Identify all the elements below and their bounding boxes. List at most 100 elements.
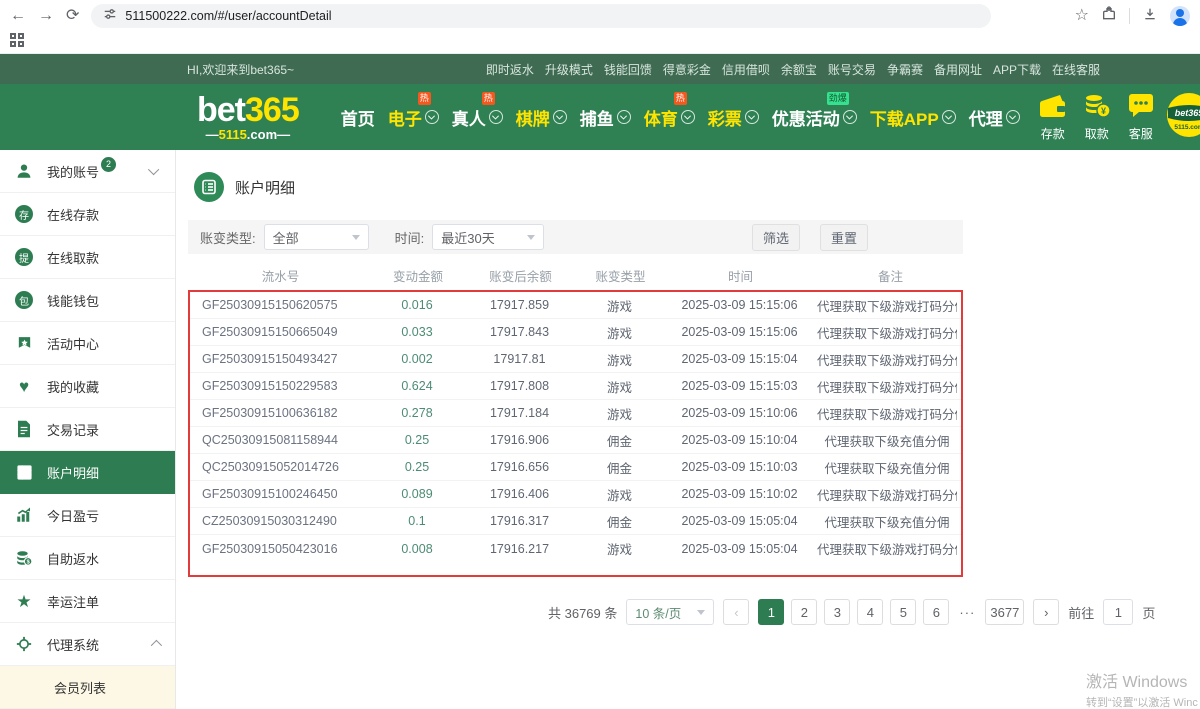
time-select[interactable]: 最近30天 <box>432 224 544 250</box>
bookmark-star-icon[interactable]: ☆ <box>1075 8 1089 24</box>
nav-label: 电子 <box>388 105 422 130</box>
sidebar-item-代理系统[interactable]: 代理系统 <box>0 623 175 666</box>
cell: 2025-03-09 15:05:04 <box>662 514 817 528</box>
prev-page-button[interactable]: ‹ <box>723 599 749 625</box>
quick-取款[interactable]: ¥取款 <box>1080 93 1114 142</box>
cell: GF25030915100246450 <box>190 487 372 501</box>
nav-item-棋牌[interactable]: 棋牌 <box>516 105 567 130</box>
cell: 游戏 <box>577 350 662 369</box>
topbar-link-7[interactable]: 账号交易 <box>828 61 876 78</box>
topbar-link-1[interactable]: 即时返水 <box>486 61 534 78</box>
sidebar-item-交易记录[interactable]: 交易记录 <box>0 408 175 451</box>
sidebar-item-幸运注单[interactable]: ★幸运注单 <box>0 580 175 623</box>
nav-label: 优惠活动 <box>772 105 840 130</box>
back-icon[interactable]: ← <box>10 8 26 24</box>
topbar-link-8[interactable]: 争霸赛 <box>887 61 923 78</box>
page-ellipsis[interactable]: ··· <box>956 605 978 620</box>
goto-suffix: 页 <box>1142 603 1155 622</box>
sidebar-item-label: 在线存款 <box>47 205 99 224</box>
topbar-link-9[interactable]: 备用网址 <box>934 61 982 78</box>
forward-icon[interactable]: → <box>38 8 54 24</box>
sidebar-item-label: 在线取款 <box>47 248 99 267</box>
topbar-link-11[interactable]: 在线客服 <box>1052 61 1100 78</box>
sidebar-item-账户明细[interactable]: 账户明细 <box>0 451 175 494</box>
sidebar-item-今日盈亏[interactable]: 今日盈亏 <box>0 494 175 537</box>
goto-label: 前往 <box>1068 603 1094 622</box>
topbar-link-6[interactable]: 余额宝 <box>781 61 817 78</box>
column-header: 备注 <box>818 266 963 285</box>
page-button-1[interactable]: 1 <box>758 599 784 625</box>
sidebar-item-label: 我的账号 <box>47 162 99 181</box>
cell: 17916.317 <box>462 514 577 528</box>
sidebar-item-在线存款[interactable]: 存在线存款 <box>0 193 175 236</box>
chevron-up-icon <box>151 640 162 651</box>
nav-item-电子[interactable]: 热电子 <box>388 105 439 130</box>
nav-item-下载APP[interactable]: 下载APP <box>870 105 956 130</box>
sidebar-item-活动中心[interactable]: 活动中心 <box>0 322 175 365</box>
content: 账户明细 账变类型: 全部 时间: 最近30天 筛选 重置 流水号变动金额账变后… <box>176 150 1200 709</box>
goto-page-input[interactable]: 1 <box>1103 599 1133 625</box>
logo-domain: —5115.com— <box>197 128 299 141</box>
nav-item-首页[interactable]: 首页 <box>341 105 375 130</box>
hot-badge: 热 <box>418 92 431 105</box>
reset-button[interactable]: 重置 <box>820 224 868 251</box>
nav-item-优惠活动[interactable]: 劲爆优惠活动 <box>772 105 857 130</box>
sidebar-item-我的收藏[interactable]: ♥我的收藏 <box>0 365 175 408</box>
page-button-5[interactable]: 5 <box>890 599 916 625</box>
cell: 17916.217 <box>462 542 577 556</box>
cell: 17916.406 <box>462 487 577 501</box>
page-size-select[interactable]: 10 条/页 <box>626 599 714 625</box>
change-type-select[interactable]: 全部 <box>264 224 369 250</box>
download-icon[interactable] <box>1142 6 1158 27</box>
time-value: 最近30天 <box>441 228 494 247</box>
table-row: QC250309150811589440.2517916.906佣金2025-0… <box>190 427 961 454</box>
welcome-text: HI,欢迎来到bet365~ <box>187 61 294 78</box>
quick-存款[interactable]: 存款 <box>1036 93 1070 142</box>
next-page-button[interactable]: › <box>1033 599 1059 625</box>
page-button-3677[interactable]: 3677 <box>985 599 1024 625</box>
filter-button[interactable]: 筛选 <box>752 224 800 251</box>
nav-item-捕鱼[interactable]: 捕鱼 <box>580 105 631 130</box>
cell: 代理获取下级游戏打码分佣 <box>817 296 957 315</box>
address-bar[interactable]: 511500222.com/#/user/accountDetail <box>91 4 991 28</box>
chat-icon <box>1127 93 1155 124</box>
sidebar-item-会员列表[interactable]: 会员列表 <box>0 666 175 709</box>
sidebar-item-label: 钱能钱包 <box>47 291 99 310</box>
refresh-icon[interactable]: ⟳ <box>66 8 79 24</box>
topbar-link-5[interactable]: 信用借呗 <box>722 61 770 78</box>
nav-label: 真人 <box>452 105 486 130</box>
quick-label: 取款 <box>1085 125 1109 142</box>
sidebar-item-自助返水[interactable]: $自助返水 <box>0 537 175 580</box>
account-detail-table: 流水号变动金额账变后余额账变类型时间备注 GF25030915150620575… <box>188 260 963 577</box>
nav-item-彩票[interactable]: 彩票 <box>708 105 759 130</box>
site-logo[interactable]: bet365 —5115.com— <box>197 93 299 141</box>
sidebar-item-钱能钱包[interactable]: 包钱能钱包 <box>0 279 175 322</box>
chevron-down-icon <box>697 610 705 615</box>
page-button-4[interactable]: 4 <box>857 599 883 625</box>
extensions-icon[interactable] <box>1101 6 1117 27</box>
cell: 代理获取下级游戏打码分佣 <box>817 485 957 504</box>
page-button-2[interactable]: 2 <box>791 599 817 625</box>
profile-avatar[interactable] <box>1170 6 1190 26</box>
activity-icon <box>14 335 34 352</box>
nav-item-体育[interactable]: 热体育 <box>644 105 695 130</box>
cell: QC25030915052014726 <box>190 460 372 474</box>
sidebar-item-label: 会员列表 <box>54 678 106 697</box>
agent-icon <box>14 635 34 653</box>
quick-客服[interactable]: 客服 <box>1124 93 1158 142</box>
topbar-link-10[interactable]: APP下载 <box>993 61 1041 78</box>
page-button-3[interactable]: 3 <box>824 599 850 625</box>
site-settings-icon[interactable] <box>103 7 117 26</box>
nav-item-真人[interactable]: 热真人 <box>452 105 503 130</box>
topbar-link-3[interactable]: 钱能回馈 <box>604 61 652 78</box>
sidebar-item-我的账号[interactable]: 我的账号2 <box>0 150 175 193</box>
topbar-link-2[interactable]: 升级模式 <box>545 61 593 78</box>
page-button-6[interactable]: 6 <box>923 599 949 625</box>
nav-item-代理[interactable]: 代理 <box>969 105 1020 130</box>
sidebar-item-在线取款[interactable]: 提在线取款 <box>0 236 175 279</box>
topbar-link-4[interactable]: 得意彩金 <box>663 61 711 78</box>
nav-label: 棋牌 <box>516 105 550 130</box>
apps-grid-icon[interactable] <box>10 33 24 52</box>
chevron-down-icon <box>148 164 159 175</box>
cell: 17917.184 <box>462 406 577 420</box>
